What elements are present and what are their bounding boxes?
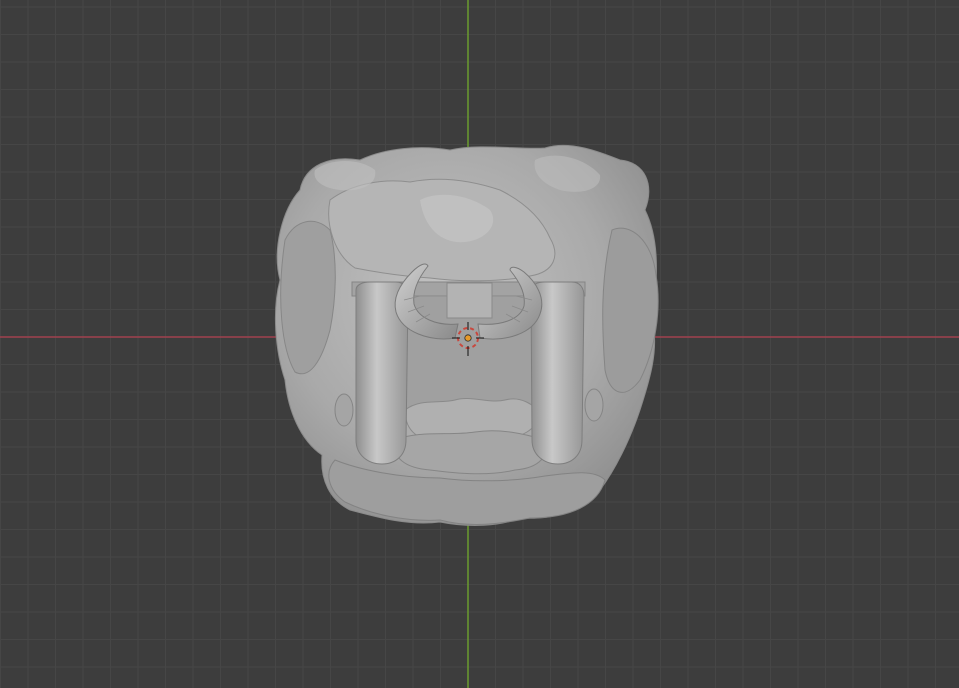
object-origin-icon xyxy=(464,334,472,342)
right-knob xyxy=(584,388,604,422)
lower-tier-2 xyxy=(394,430,547,475)
central-post xyxy=(446,282,493,319)
left-knob xyxy=(334,393,354,427)
viewport-canvas[interactable] xyxy=(0,0,959,688)
3d-viewport[interactable] xyxy=(0,0,959,688)
